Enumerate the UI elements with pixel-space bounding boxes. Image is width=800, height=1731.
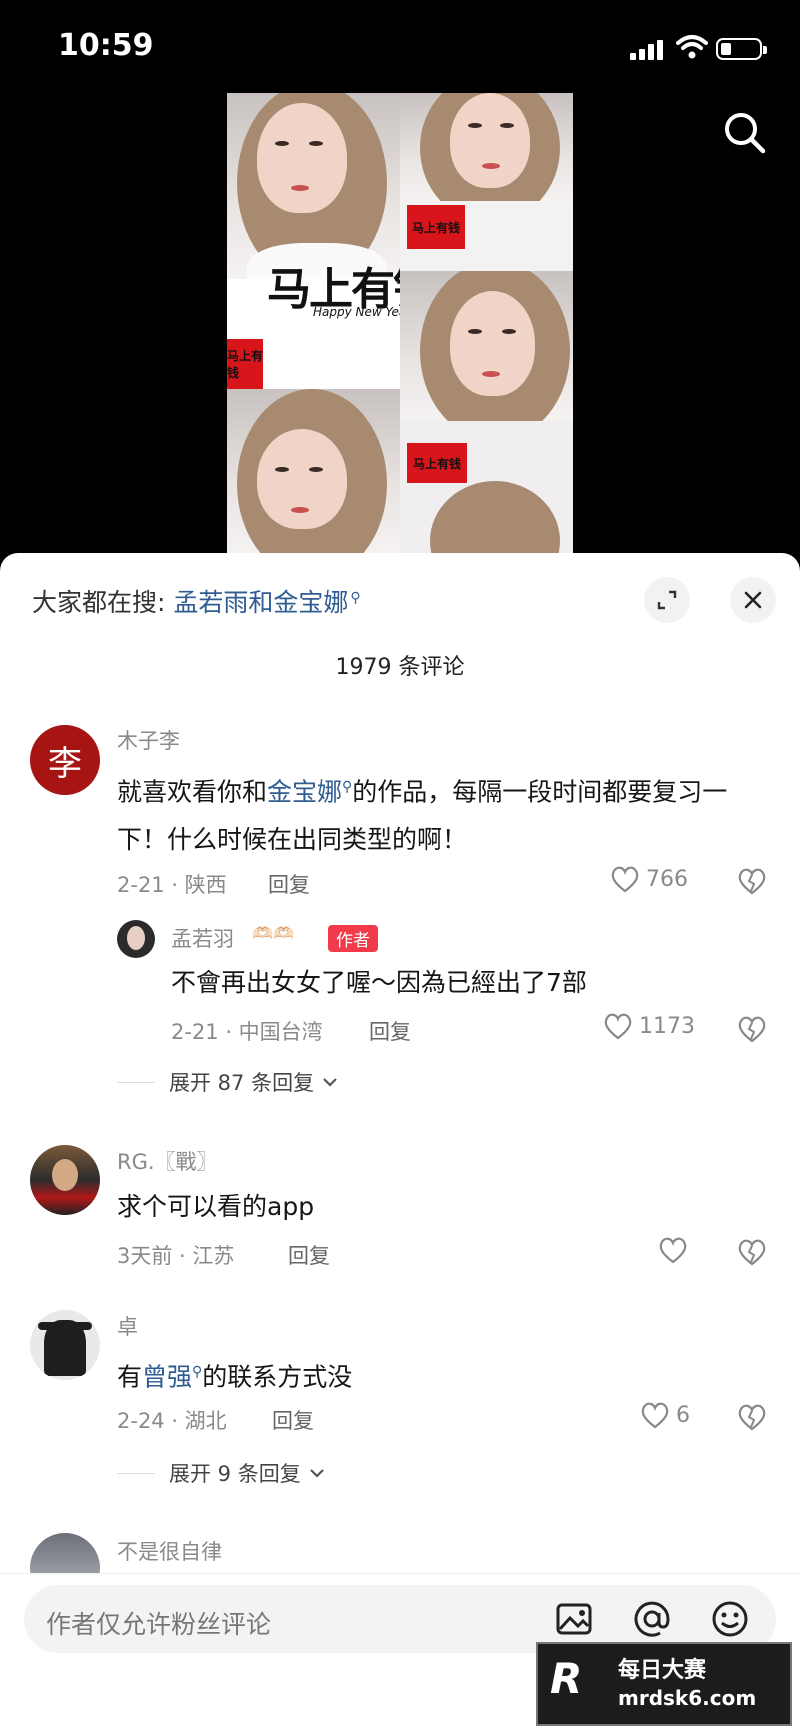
reply-text: 不會再出女女了喔～因為已經出了7部 — [171, 968, 587, 997]
watermark-url: mrdsk6.com — [618, 1686, 757, 1710]
hot-search-prefix: 大家都在搜: — [32, 588, 166, 617]
like-button[interactable] — [658, 1236, 688, 1264]
like-count: 1173 — [639, 1013, 695, 1039]
reply-meta: 2-21 · 中国台湾 — [171, 1020, 323, 1044]
expand-label: 展开 87 条回复 — [169, 1071, 315, 1095]
like-button[interactable]: 6 — [640, 1401, 690, 1429]
reply-button[interactable]: 回复 — [272, 1405, 314, 1435]
expand-replies-button[interactable]: 展开 87 条回复 — [117, 1067, 340, 1097]
dislike-icon[interactable] — [737, 1403, 767, 1431]
heart-icon — [659, 1237, 687, 1264]
red-card: 马上有钱 — [227, 339, 263, 389]
username-emoji: 🫶🏻🫶🏻 — [252, 924, 295, 944]
heart-icon — [641, 1402, 669, 1429]
search-icon: ⚲ — [342, 779, 353, 795]
comment-meta: 2-24 · 湖北 — [117, 1409, 227, 1433]
comment-username[interactable]: 卓 — [117, 1311, 138, 1341]
video-tile — [227, 389, 400, 553]
status-time: 10:59 — [58, 28, 154, 63]
reply-button[interactable]: 回复 — [288, 1240, 330, 1270]
comment-username[interactable]: 木子李 — [117, 725, 180, 755]
comment-username[interactable]: RG.〖戰〗 — [117, 1146, 218, 1176]
dislike-icon[interactable] — [737, 1015, 767, 1043]
like-button[interactable]: 1173 — [603, 1012, 695, 1040]
like-count: 6 — [676, 1402, 690, 1428]
expand-sheet-button[interactable] — [644, 577, 690, 623]
status-bar: 10:59 — [0, 0, 800, 92]
calligraphy-subtext: Happy New Year — [313, 305, 412, 319]
heart-icon — [611, 866, 639, 893]
dislike-icon[interactable] — [737, 867, 767, 895]
red-card: 马上有钱 — [407, 443, 467, 483]
avatar[interactable] — [30, 1310, 100, 1380]
chevron-down-icon — [323, 1078, 337, 1087]
avatar[interactable] — [117, 920, 155, 958]
comment-text: 有曾强⚲的联系方式没 — [117, 1362, 353, 1392]
wifi-icon — [676, 35, 708, 59]
author-badge: 作者 — [328, 925, 378, 952]
avatar[interactable] — [30, 1145, 100, 1215]
battery-icon — [716, 38, 767, 60]
watermark-logo: R — [550, 1654, 583, 1703]
comment-text: 就喜欢看你和金宝娜⚲的作品，每隔一段时间都要复习一下！什么时候在出同类型的啊！ — [117, 777, 728, 855]
hot-search[interactable]: 大家都在搜: 孟若雨和金宝娜 ⚲ — [32, 583, 361, 619]
video-tile — [400, 271, 573, 421]
signal-icon — [630, 40, 663, 60]
video-tile — [400, 93, 573, 201]
expand-replies-button[interactable]: 展开 9 条回复 — [117, 1458, 327, 1488]
red-card: 马上有钱 — [407, 205, 465, 249]
reply-username[interactable]: 孟若羽 — [171, 923, 234, 953]
like-button[interactable]: 766 — [610, 865, 688, 893]
search-icon: ⚲ — [350, 589, 361, 606]
comment-count: 1979 条评论 — [335, 655, 465, 680]
video-tile — [400, 421, 573, 553]
hot-search-term[interactable]: 孟若雨和金宝娜 — [173, 588, 348, 617]
chevron-down-icon — [309, 1469, 324, 1478]
comment-link[interactable]: 曾强 — [142, 1362, 192, 1391]
close-icon — [744, 591, 762, 609]
comment-text: 求个可以看的app — [117, 1192, 315, 1221]
comment-meta: 2-21 · 陕西 — [117, 873, 227, 897]
expand-icon — [657, 590, 677, 610]
comment-meta: 3天前 · 江苏 — [117, 1244, 235, 1268]
like-count: 766 — [646, 866, 688, 892]
mention-icon[interactable] — [632, 1599, 672, 1639]
video-player[interactable]: 马上有钱 Happy New Year 马上有钱 马上有钱 马上有钱 — [227, 93, 573, 553]
watermark-title: 每日大赛 — [618, 1658, 707, 1683]
reply-button[interactable]: 回复 — [369, 1016, 411, 1046]
comment-username[interactable]: 不是很自律 — [117, 1536, 222, 1566]
image-icon[interactable] — [554, 1599, 594, 1639]
comment-sheet: 大家都在搜: 孟若雨和金宝娜 ⚲ 1979 条评论 李 木子李 就喜欢看你和金宝娜… — [0, 553, 800, 1731]
expand-label: 展开 9 条回复 — [169, 1462, 301, 1486]
dislike-icon[interactable] — [737, 1238, 767, 1266]
search-icon[interactable] — [722, 110, 768, 156]
avatar-char: 李 — [48, 743, 82, 784]
reply-button[interactable]: 回复 — [268, 869, 310, 899]
close-button[interactable] — [730, 577, 776, 623]
emoji-icon[interactable] — [710, 1599, 750, 1639]
video-tile — [227, 93, 400, 279]
watermark: R 每日大赛 mrdsk6.com — [536, 1642, 792, 1726]
comment-link[interactable]: 金宝娜 — [267, 777, 342, 806]
comment-placeholder: 作者仅允许粉丝评论 — [46, 1610, 272, 1639]
heart-icon — [604, 1013, 632, 1040]
search-icon: ⚲ — [192, 1364, 203, 1380]
avatar[interactable]: 李 — [30, 725, 100, 795]
